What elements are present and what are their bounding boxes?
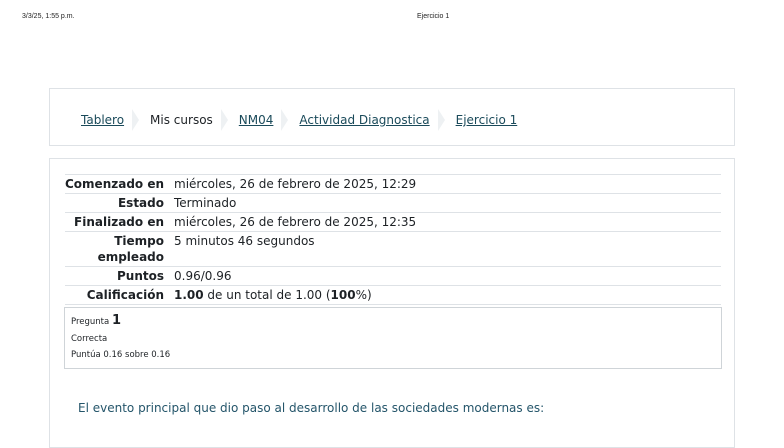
summary-row-state: Estado Terminado bbox=[65, 193, 721, 213]
time-label: Tiempo empleado bbox=[65, 232, 174, 267]
summary-row-time: Tiempo empleado 5 minutos 46 segundos bbox=[65, 231, 721, 267]
time-value: 5 minutos 46 segundos bbox=[174, 234, 315, 248]
question-number: 1 bbox=[111, 313, 121, 328]
grade-mid-text: de un total de 1.00 ( bbox=[203, 288, 331, 302]
breadcrumb: Tablero Mis cursos NM04 Actividad Diagno… bbox=[81, 109, 517, 131]
breadcrumb-tablero-link[interactable]: Tablero bbox=[81, 113, 124, 127]
time-label-line1: Tiempo bbox=[114, 234, 164, 248]
breadcrumb-separator-icon bbox=[281, 109, 289, 131]
state-label: Estado bbox=[117, 196, 164, 210]
attempt-summary-table: Comenzado en miércoles, 26 de febrero de… bbox=[65, 174, 721, 305]
grade-score: 1.00 bbox=[174, 288, 204, 302]
breadcrumb-separator-icon bbox=[132, 109, 140, 131]
grade-label: Calificación bbox=[86, 288, 164, 302]
summary-row-points: Puntos 0.96/0.96 bbox=[65, 266, 721, 286]
grade-value: 1.00 de un total de 1.00 (100%) bbox=[174, 286, 721, 305]
time-label-line2: empleado bbox=[97, 250, 164, 264]
started-label: Comenzado en bbox=[65, 177, 165, 191]
points-value: 0.96/0.96 bbox=[174, 269, 232, 283]
grade-end-text: %) bbox=[355, 288, 372, 302]
question-status: Correcta bbox=[71, 334, 108, 344]
breadcrumb-card: Tablero Mis cursos NM04 Actividad Diagno… bbox=[49, 88, 735, 146]
started-value: miércoles, 26 de febrero de 2025, 12:29 bbox=[174, 177, 417, 191]
print-title: Ejercicio 1 bbox=[417, 13, 450, 20]
question-label: Pregunta bbox=[71, 317, 110, 327]
breadcrumb-activity-link[interactable]: Actividad Diagnostica bbox=[299, 113, 429, 127]
state-value: Terminado bbox=[174, 196, 237, 210]
finished-value: miércoles, 26 de febrero de 2025, 12:35 bbox=[174, 215, 417, 229]
breadcrumb-separator-icon bbox=[220, 109, 228, 131]
summary-row-started: Comenzado en miércoles, 26 de febrero de… bbox=[65, 174, 721, 194]
points-label: Puntos bbox=[116, 269, 164, 283]
breadcrumb-mis-cursos: Mis cursos bbox=[150, 113, 213, 127]
print-timestamp: 3/3/25, 1:55 p.m. bbox=[22, 13, 75, 20]
grade-percent: 100 bbox=[330, 288, 356, 302]
question-text: El evento principal que dio paso al desa… bbox=[78, 401, 545, 415]
breadcrumb-course-link[interactable]: NM04 bbox=[239, 113, 274, 127]
summary-row-grade: Calificación 1.00 de un total de 1.00 (1… bbox=[65, 285, 721, 305]
breadcrumb-separator-icon bbox=[437, 109, 445, 131]
question-info-box: Pregunta 1 Correcta Puntúa 0.16 sobre 0.… bbox=[64, 307, 722, 369]
summary-row-finished: Finalizado en miércoles, 26 de febrero d… bbox=[65, 212, 721, 232]
finished-label: Finalizado en bbox=[74, 215, 164, 229]
breadcrumb-quiz-link[interactable]: Ejercicio 1 bbox=[456, 113, 518, 127]
question-score: Puntúa 0.16 sobre 0.16 bbox=[71, 350, 171, 360]
attempt-review-card: Comenzado en miércoles, 26 de febrero de… bbox=[49, 158, 735, 448]
question-number-line: Pregunta 1 bbox=[71, 312, 715, 331]
